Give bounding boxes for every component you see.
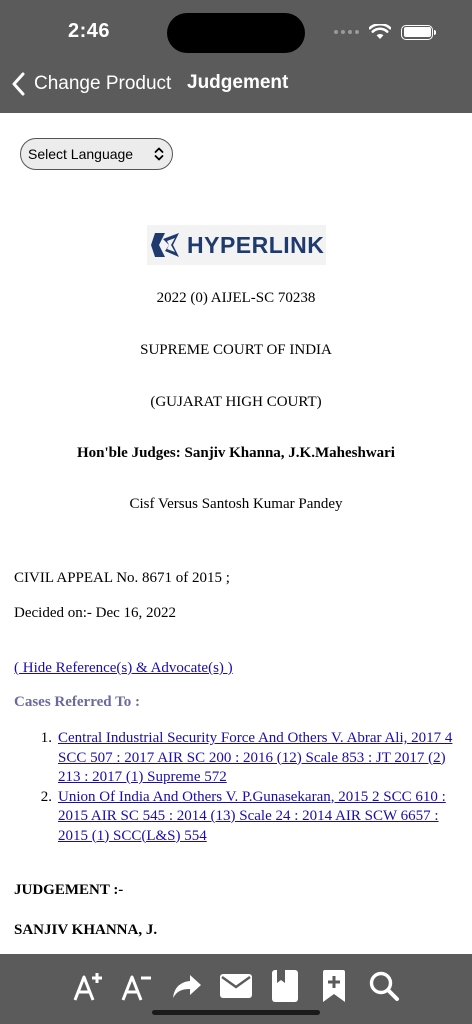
- bookmark-add-icon[interactable]: [320, 969, 348, 1003]
- case-link[interactable]: Central Industrial Security Force And Ot…: [58, 729, 462, 788]
- parties: Cisf Versus Santosh Kumar Pandey: [129, 496, 343, 512]
- cellular-signal-icon: [334, 30, 359, 34]
- battery-icon: [401, 24, 436, 40]
- hyperlink-logo-text: HYPERLINK: [187, 231, 325, 258]
- wifi-icon: [369, 24, 391, 39]
- list-item: 1. Central Industrial Security Force And…: [14, 729, 462, 788]
- dynamic-island: [167, 13, 305, 53]
- court-name: SUPREME COURT OF INDIA: [140, 342, 332, 358]
- judgement-heading: JUDGEMENT :-: [14, 882, 124, 898]
- decided-date: Decided on:- Dec 16, 2022: [14, 605, 177, 621]
- language-select-label: Select Language: [28, 146, 134, 162]
- mail-icon[interactable]: [219, 969, 253, 1003]
- judges: Hon'ble Judges: Sanjiv Khanna, J.K.Mahes…: [77, 445, 395, 461]
- top-bar: 2:46 Change Product Judgement: [0, 0, 472, 113]
- case-link[interactable]: Union Of India And Others V. P.Gunasekar…: [58, 788, 462, 847]
- search-icon[interactable]: [367, 969, 401, 1003]
- cases-referred-heading: Cases Referred To :: [14, 694, 140, 710]
- language-select[interactable]: Select Language: [20, 138, 173, 170]
- cases-list: 1. Central Industrial Security Force And…: [14, 729, 462, 846]
- back-button-label: Change Product: [34, 73, 172, 94]
- lower-court: (GUJARAT HIGH COURT): [150, 394, 322, 410]
- font-increase-icon[interactable]: [72, 969, 106, 1003]
- share-icon[interactable]: [170, 969, 204, 1003]
- font-decrease-icon[interactable]: [120, 969, 154, 1003]
- home-indicator[interactable]: [152, 1010, 320, 1015]
- page-title: Judgement: [187, 72, 289, 93]
- chevron-up-down-icon: [154, 147, 164, 161]
- list-item: 2. Union Of India And Others V. P.Gunase…: [14, 788, 462, 847]
- hide-references-link[interactable]: ( Hide Reference(s) & Advocate(s) ): [14, 660, 233, 677]
- book-icon[interactable]: [270, 969, 300, 1003]
- hyperlink-logo: HYPERLINK: [147, 225, 326, 265]
- back-button[interactable]: Change Product: [12, 68, 171, 100]
- citation: 2022 (0) AIJEL-SC 70238: [156, 290, 316, 306]
- chevron-left-icon: [12, 72, 25, 96]
- appeal-number: CIVIL APPEAL No. 8671 of 2015 ;: [14, 570, 230, 586]
- list-item-number: 2.: [40, 788, 52, 805]
- status-icons: [334, 22, 436, 42]
- list-item-number: 1.: [40, 730, 52, 746]
- status-time: 2:46: [68, 20, 111, 42]
- hyperlink-logo-mark-icon: [151, 233, 179, 257]
- judgement-author: SANJIV KHANNA, J.: [14, 922, 158, 938]
